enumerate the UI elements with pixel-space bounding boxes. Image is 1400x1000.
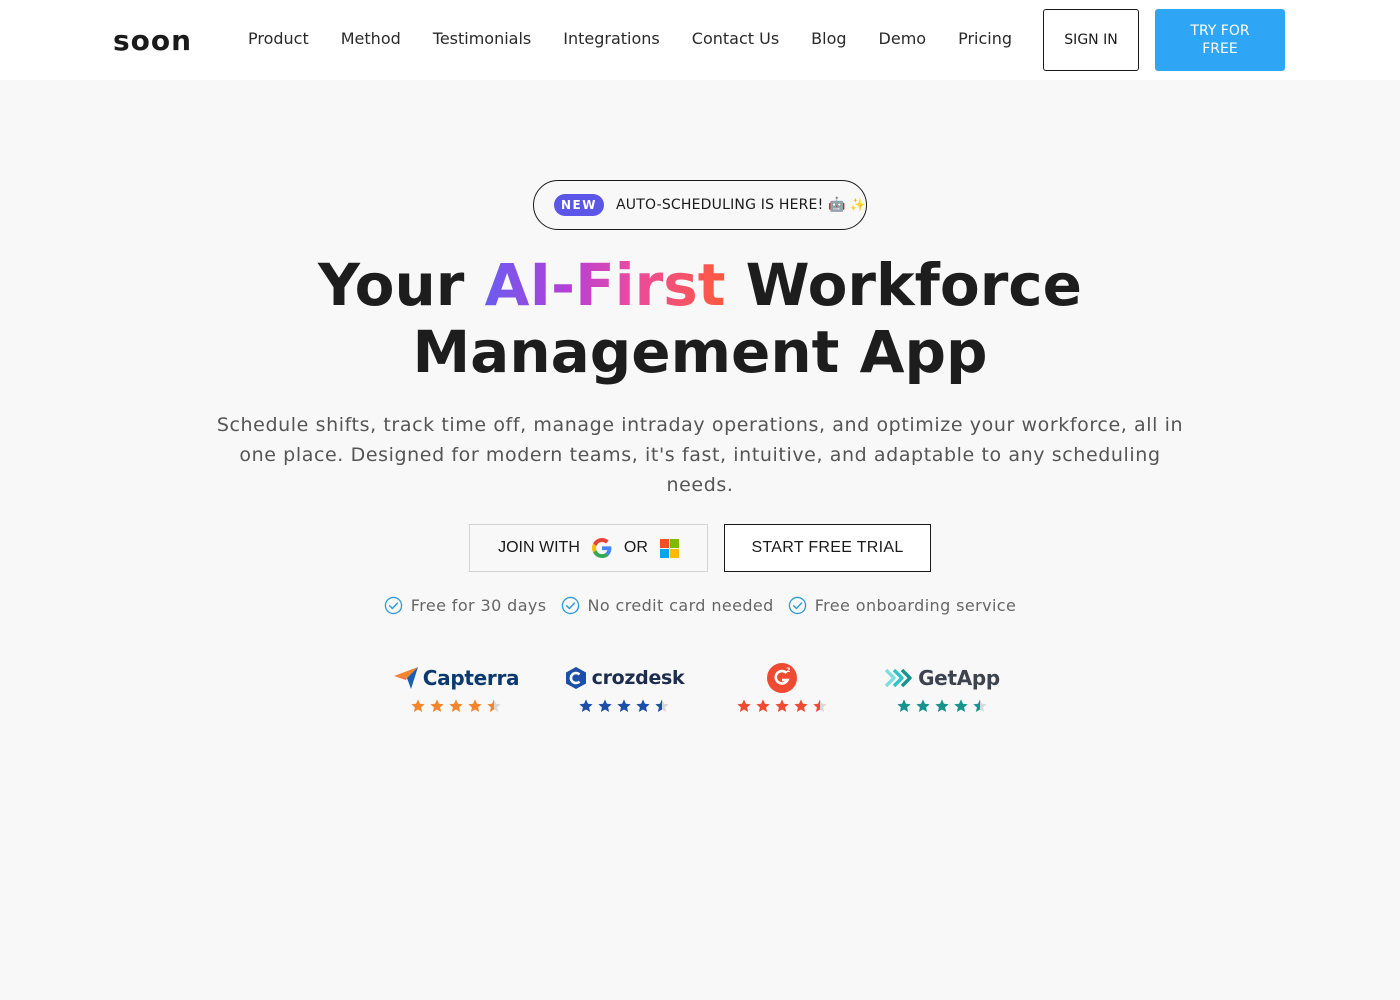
star-icon	[935, 699, 949, 712]
nav-integrations[interactable]: Integrations	[563, 29, 660, 49]
star-icon	[617, 699, 631, 712]
sparkle-icon: ✨	[849, 197, 866, 213]
crozdesk-logo: crozdesk	[564, 662, 685, 694]
hero-subtitle: Schedule shifts, track time off, manage …	[216, 414, 1184, 496]
nav-demo[interactable]: Demo	[879, 29, 927, 49]
check-circle-icon	[561, 596, 579, 615]
brand-name: Capterra	[422, 666, 520, 690]
main-nav: Product Method Testimonials Integrations…	[248, 29, 1012, 49]
feature-item: Free for 30 days	[384, 596, 547, 615]
star-icon	[954, 699, 968, 712]
feature-label: No credit card needed	[587, 596, 774, 615]
star-icon	[897, 699, 911, 712]
brand-name: crozdesk	[591, 667, 685, 689]
star-rating	[896, 698, 988, 714]
feature-item: Free onboarding service	[788, 596, 1017, 615]
check-circle-icon	[788, 596, 806, 615]
capterra-arrow-icon	[393, 667, 418, 689]
star-icon	[468, 699, 482, 712]
star-icon	[794, 699, 808, 712]
review-capterra[interactable]: Capterra	[393, 662, 520, 714]
brand-name: GetApp	[918, 666, 1000, 690]
or-label: OR	[623, 539, 648, 556]
feature-item: No credit card needed	[561, 596, 774, 615]
star-icon	[579, 699, 593, 712]
nav-testimonials[interactable]: Testimonials	[433, 29, 532, 49]
feature-label: Free onboarding service	[814, 596, 1017, 615]
capterra-logo: Capterra	[393, 662, 520, 694]
nav-method[interactable]: Method	[341, 29, 401, 49]
star-icon	[430, 699, 444, 712]
top-navbar: soon Product Method Testimonials Integra…	[0, 0, 1400, 80]
star-icon	[756, 699, 770, 712]
star-icon	[411, 699, 425, 712]
feature-list: Free for 30 days No credit card needed F…	[0, 596, 1400, 615]
star-icon	[487, 699, 501, 712]
star-icon	[916, 699, 930, 712]
hero-title-after: Workforce	[725, 251, 1083, 319]
g2-logo-icon: 2	[767, 663, 797, 693]
try-for-free-button[interactable]: TRY FOR FREE	[1155, 9, 1285, 71]
getapp-chevrons-icon	[884, 668, 912, 688]
join-with-sso-button[interactable]: JOIN WITH OR	[469, 524, 708, 572]
star-rating	[410, 698, 502, 714]
star-icon	[636, 699, 650, 712]
new-badge: NEW	[554, 194, 604, 216]
hero-title-before: Your	[317, 251, 485, 319]
getapp-logo: GetApp	[884, 662, 1000, 694]
microsoft-icon[interactable]	[659, 538, 679, 558]
star-icon	[813, 699, 827, 712]
check-circle-icon	[384, 596, 403, 615]
star-icon	[737, 699, 751, 712]
start-free-trial-button[interactable]: START FREE TRIAL	[724, 524, 931, 572]
nav-pricing[interactable]: Pricing	[958, 29, 1012, 49]
star-icon	[598, 699, 612, 712]
review-crozdesk[interactable]: crozdesk	[565, 662, 685, 714]
review-g2[interactable]: 2	[736, 662, 828, 714]
star-rating	[736, 698, 828, 714]
review-badges: Capterra crozdesk 2 GetApp	[393, 662, 1000, 722]
hero-title: Your AI-First Workforce Management App	[0, 252, 1400, 386]
feature-label: Free for 30 days	[410, 596, 547, 615]
svg-text:2: 2	[786, 666, 791, 674]
join-with-label: JOIN WITH	[498, 539, 580, 556]
star-icon	[655, 699, 669, 712]
hero-title-line2: Management App	[412, 318, 988, 386]
sign-in-button[interactable]: SIGN IN	[1043, 9, 1139, 71]
star-rating	[578, 698, 670, 714]
review-getapp[interactable]: GetApp	[884, 662, 1000, 714]
star-icon	[449, 699, 463, 712]
star-icon	[973, 699, 987, 712]
nav-blog[interactable]: Blog	[811, 29, 846, 49]
crozdesk-mark-icon	[565, 667, 586, 689]
star-icon	[775, 699, 789, 712]
soon-logo[interactable]: soon	[113, 24, 192, 57]
g2-logo: 2	[766, 662, 798, 694]
hero-title-highlight: AI-First	[484, 251, 726, 319]
announcement-text: AUTO-SCHEDULING IS HERE! 🤖	[615, 197, 846, 213]
nav-contact-us[interactable]: Contact Us	[692, 29, 779, 49]
google-icon[interactable]	[591, 538, 612, 558]
announcement-pill[interactable]: NEW AUTO-SCHEDULING IS HERE! 🤖 ✨	[533, 180, 867, 230]
nav-product[interactable]: Product	[248, 29, 309, 49]
